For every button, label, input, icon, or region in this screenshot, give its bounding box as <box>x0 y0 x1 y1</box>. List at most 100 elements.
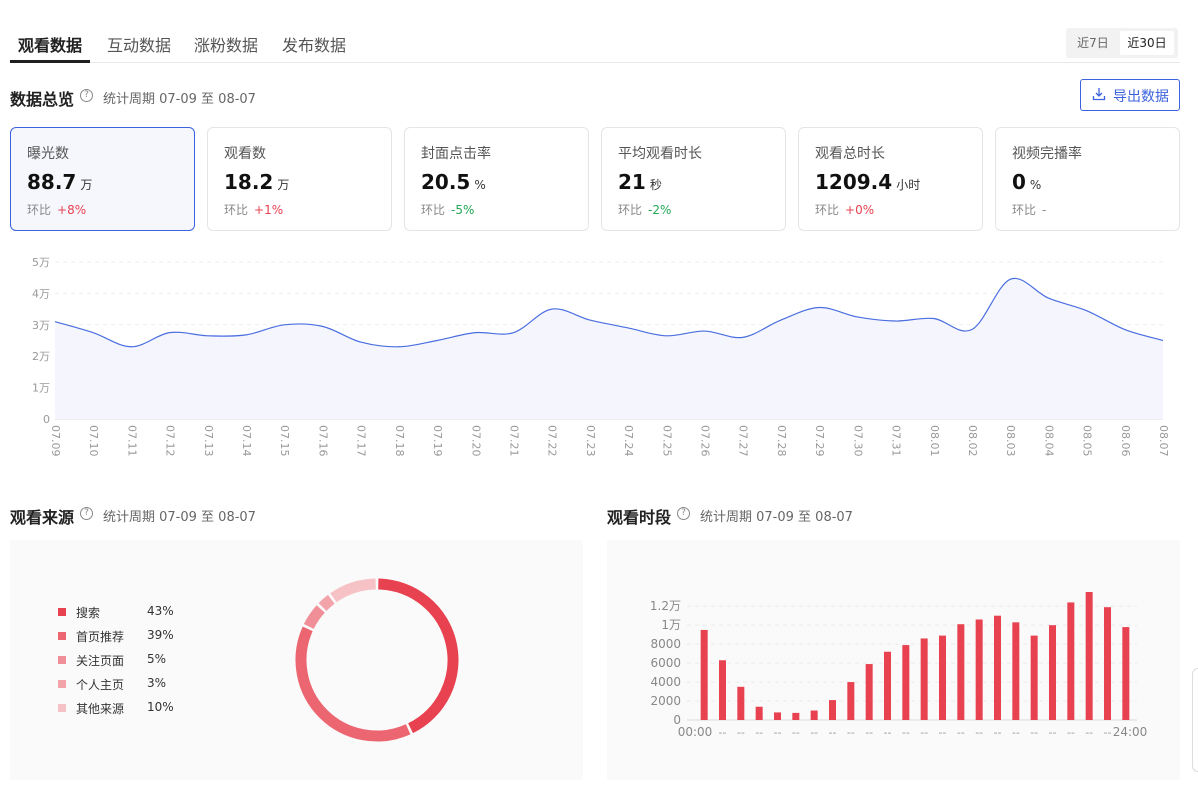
x-tick-label: 07.28 <box>775 425 788 457</box>
x-gap-label: -- <box>847 726 855 739</box>
x-tick-label: 07.29 <box>813 425 826 457</box>
y-tick-label: 1万 <box>32 382 50 395</box>
metric-card-views[interactable]: 观看数 18.2 万 环比 +1% <box>207 127 392 231</box>
x-tick-label: 08.06 <box>1119 425 1132 457</box>
hour-bar <box>1122 627 1130 720</box>
x-tick-label: 07.21 <box>507 425 520 457</box>
help-icon[interactable]: ? <box>677 507 690 520</box>
x-tick-label: 07.14 <box>240 425 253 457</box>
help-icon[interactable]: ? <box>80 89 93 102</box>
x-gap-label: -- <box>1104 726 1112 739</box>
side-drawer-handle[interactable] <box>1192 668 1198 772</box>
donut-slice <box>330 578 376 603</box>
donut-slice <box>378 578 459 734</box>
hours-period: 统计周期 07-09 至 08-07 <box>700 510 853 525</box>
metric-value: 1209.4 <box>815 170 893 194</box>
trend-line-chart: 0 1万 2万 3万 4万 5万 07.09 07.10 07.11 07.12 07.13 07.1… <box>32 256 1170 457</box>
x-gap-label: -- <box>865 726 873 739</box>
metric-compare: 环比 +1% <box>224 201 283 218</box>
y-tick-label: 6000 <box>650 656 681 670</box>
metric-card-ctr[interactable]: 封面点击率 20.5% 环比 -5% <box>404 127 589 231</box>
x-tick-label: 08.02 <box>966 425 979 457</box>
metric-card-completion-rate[interactable]: 视频完播率 0% 环比 - <box>995 127 1180 231</box>
x-gap-label: -- <box>792 726 800 739</box>
hours-panel: 0 2000 4000 6000 8000 1万 1.2万 -- -- -- -- -- -- -- -- -… <box>607 540 1180 780</box>
metric-compare: 环比 +8% <box>27 201 86 218</box>
x-tick-label: 07.17 <box>355 425 368 457</box>
x-end-label: 24:00 <box>1113 725 1148 739</box>
metric-compare: 环比 -5% <box>421 201 474 218</box>
download-icon <box>1092 88 1106 101</box>
metric-value-wrap: 20.5% <box>421 170 486 194</box>
metric-card-avg-watch-time[interactable]: 平均观看时长 21 秒 环比 -2% <box>601 127 786 231</box>
metric-card-total-watch-time[interactable]: 观看总时长 1209.4 小时 环比 +0% <box>798 127 983 231</box>
metric-value: 88.7 <box>27 170 77 194</box>
compare-label: 环比 <box>27 203 52 217</box>
metric-change: -5% <box>451 203 475 217</box>
x-tick-label: 07.10 <box>87 425 100 457</box>
range-30-days[interactable]: 近30日 <box>1120 31 1174 55</box>
x-tick-label: 08.04 <box>1042 425 1055 457</box>
range-7-days[interactable]: 近7日 <box>1070 31 1116 55</box>
x-gap-label: -- <box>920 726 928 739</box>
x-tick-label: 08.07 <box>1157 425 1170 457</box>
x-gap-label: -- <box>975 726 983 739</box>
active-tab-indicator <box>10 60 90 63</box>
x-tick-label: 07.18 <box>393 425 406 457</box>
metric-title: 平均观看时长 <box>618 146 702 162</box>
hour-bar <box>1049 625 1056 720</box>
hour-bar <box>810 710 818 720</box>
y-tick-label: 5万 <box>32 256 50 269</box>
hour-bar <box>1030 635 1038 720</box>
x-gap-label: -- <box>774 726 782 739</box>
tab-publish[interactable]: 发布数据 <box>282 32 346 56</box>
x-tick-label: 07.23 <box>584 425 597 457</box>
y-tick-label: 2万 <box>32 350 50 363</box>
metric-compare: 环比 - <box>1012 201 1046 218</box>
help-icon[interactable]: ? <box>80 507 93 520</box>
export-data-button[interactable]: 导出数据 <box>1080 79 1180 111</box>
sources-panel: 搜索 43% 首页推荐 39% 关注页面 5% 个人主页 3% 其他来源 10% <box>10 540 583 780</box>
metric-value-wrap: 88.7 万 <box>27 170 92 194</box>
y-tick-label: 4万 <box>32 287 50 300</box>
x-tick-label: 07.15 <box>278 425 291 457</box>
sources-period: 统计周期 07-09 至 08-07 <box>103 510 256 525</box>
hour-bar <box>1012 622 1020 720</box>
x-gap-label: -- <box>939 726 947 739</box>
hour-bar <box>939 635 946 720</box>
y-tick-label: 4000 <box>650 675 681 689</box>
hour-bar <box>737 686 745 720</box>
tab-followers[interactable]: 涨粉数据 <box>194 32 258 56</box>
x-tick-label: 07.16 <box>316 425 329 457</box>
hour-bar <box>1067 602 1075 720</box>
tab-watch[interactable]: 观看数据 <box>18 32 82 56</box>
hour-bar <box>755 706 763 720</box>
hour-bar <box>994 615 1001 720</box>
y-tick-label: 2000 <box>650 694 681 708</box>
hour-bar <box>957 624 965 720</box>
x-tick-label: 07.25 <box>660 425 673 457</box>
x-tick-label: 07.13 <box>202 425 215 457</box>
metric-value: 21 <box>618 170 646 194</box>
metric-title: 观看总时长 <box>815 146 885 162</box>
hour-bar <box>884 651 891 720</box>
y-tick-label: 1.2万 <box>650 599 681 613</box>
x-gap-label: -- <box>1049 726 1057 739</box>
sources-title: 观看来源 <box>10 508 75 527</box>
metric-card-impressions[interactable]: 曝光数 88.7 万 环比 +8% <box>10 127 195 231</box>
hour-bar <box>700 629 708 720</box>
compare-label: 环比 <box>815 203 840 217</box>
hour-bar <box>902 645 910 720</box>
x-tick-label: 07.11 <box>125 425 138 457</box>
metric-value-wrap: 1209.4 小时 <box>815 170 920 194</box>
x-tick-label: 07.24 <box>622 425 635 457</box>
hour-bar <box>792 712 800 720</box>
metric-unit: 小时 <box>896 178 921 192</box>
hour-bar <box>719 660 726 720</box>
metric-value-wrap: 21 秒 <box>618 170 662 194</box>
compare-label: 环比 <box>618 203 643 217</box>
x-tick-label: 07.20 <box>469 425 482 457</box>
tab-interaction[interactable]: 互动数据 <box>107 32 171 56</box>
export-label: 导出数据 <box>1113 89 1169 105</box>
compare-label: 环比 <box>1012 203 1037 217</box>
